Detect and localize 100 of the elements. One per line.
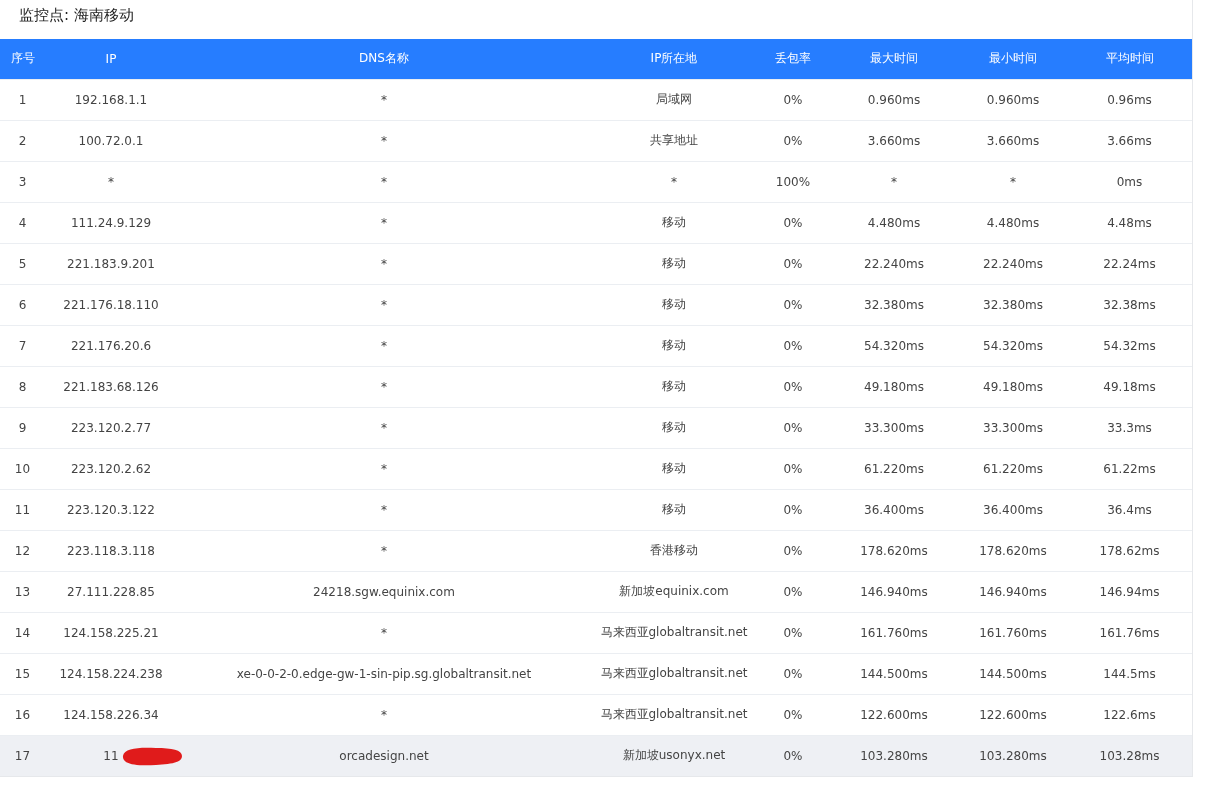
table-cell: 4.480ms xyxy=(986,215,1040,230)
table-cell: 100.72.0.1 xyxy=(78,133,144,148)
table-cell: * xyxy=(108,174,114,189)
table-cell: 共享地址 xyxy=(650,133,698,147)
table-cell: 0.96ms xyxy=(1107,92,1152,107)
column-header: 序号 xyxy=(0,39,45,79)
column-header: IP xyxy=(45,39,177,79)
table-cell: 33.300ms xyxy=(864,420,924,435)
table-cell: * xyxy=(381,338,387,353)
table-cell: 马来西亚globaltransit.net xyxy=(600,666,748,680)
table-cell: * xyxy=(381,379,387,394)
table-cell: 223.120.2.77 xyxy=(70,420,152,435)
table-cell: 3.66ms xyxy=(1107,133,1152,148)
table-row[interactable]: 13 27.111.228.85 24218.sgw.equinix.com 新加坡equinix.com 0% 146.940ms 146.940ms 146.94ms xyxy=(0,571,1192,612)
table-cell: * xyxy=(381,133,387,148)
table-cell: 4.480ms xyxy=(867,215,921,230)
table-cell: 223.120.3.122 xyxy=(67,502,155,517)
table-cell: 1 xyxy=(18,92,27,107)
table-cell: 局域网 xyxy=(656,92,692,106)
table-cell: 0% xyxy=(783,461,803,476)
table-cell: 香港移动 xyxy=(650,543,698,557)
table-row[interactable]: 2 100.72.0.1 * 共享地址 0% 3.660ms 3.660ms 3.66ms xyxy=(0,120,1192,161)
table-row[interactable]: 6 221.176.18.110 * 移动 0% 32.380ms 32.380ms 32.38ms xyxy=(0,284,1192,325)
table-cell: 移动 xyxy=(662,338,686,352)
table-cell: 221.176.20.6 xyxy=(70,338,152,353)
table-cell: 144.500ms xyxy=(979,666,1047,681)
table-cell: 33.300ms xyxy=(983,420,1043,435)
table-cell: 61.220ms xyxy=(864,461,924,476)
table-cell: 33.3ms xyxy=(1107,420,1152,435)
table-cell: 0% xyxy=(783,215,803,230)
table-cell: * xyxy=(381,256,387,271)
table-row[interactable]: 4 111.24.9.129 * 移动 0% 4.480ms 4.480ms 4.48ms xyxy=(0,202,1192,243)
table-cell: 161.76ms xyxy=(1099,625,1160,640)
table-cell: 马来西亚globaltransit.net xyxy=(600,625,748,639)
table-cell: 54.32ms xyxy=(1103,338,1156,353)
table-cell: 11 xyxy=(14,502,31,517)
table-cell: 24218.sgw.equinix.com xyxy=(313,584,455,599)
table-cell: 4 xyxy=(18,215,27,230)
table-cell: 221.183.9.201 xyxy=(67,256,155,271)
table-cell: 54.320ms xyxy=(983,338,1043,353)
table-cell: 0% xyxy=(783,379,803,394)
monitor-title: 监控点: 海南移动 xyxy=(18,5,135,26)
table-row[interactable]: 14 124.158.225.21 * 马来西亚globaltransit.net 0% 161.760ms 161.760ms 161.76ms xyxy=(0,612,1192,653)
table-cell: 移动 xyxy=(662,420,686,434)
table-cell: 36.400ms xyxy=(864,502,924,517)
table-row[interactable]: 11 223.120.3.122 * 移动 0% 36.400ms 36.400ms 36.4ms xyxy=(0,489,1192,530)
column-header: 丢包率 xyxy=(757,39,829,79)
table-cell: 178.620ms xyxy=(860,543,928,558)
table-cell: 4.48ms xyxy=(1107,215,1152,230)
table-cell: * xyxy=(381,92,387,107)
table-cell: 100% xyxy=(775,174,811,189)
table-cell: 0% xyxy=(783,133,803,148)
table-cell: 221.176.18.110 xyxy=(63,297,159,312)
table-cell: 0% xyxy=(783,748,803,763)
table-cell: 49.18ms xyxy=(1103,379,1156,394)
table-row[interactable]: 10 223.120.2.62 * 移动 0% 61.220ms 61.220ms 61.22ms xyxy=(0,448,1192,489)
table-cell: 161.760ms xyxy=(979,625,1047,640)
table-cell: 0% xyxy=(783,666,803,681)
table-cell: 0% xyxy=(783,420,803,435)
table-cell: 223.118.3.118 xyxy=(67,543,155,558)
table-cell: 178.62ms xyxy=(1099,543,1160,558)
table-row[interactable]: 15 124.158.224.238 xe-0-0-2-0.edge-gw-1-sin-pip.sg.globaltransit.net 马来西亚globaltransit.net 0% 144.500ms 144.500ms 144.5ms xyxy=(0,653,1192,694)
table-row[interactable]: 1 192.168.1.1 * 局域网 0% 0.960ms 0.960ms 0.96ms xyxy=(0,79,1192,120)
table-cell: 103.280ms xyxy=(979,748,1047,763)
table-cell: * xyxy=(381,502,387,517)
table-cell: 0% xyxy=(783,625,803,640)
table-cell: 146.94ms xyxy=(1099,584,1160,599)
column-header: DNS名称 xyxy=(177,39,591,79)
table-cell: 122.600ms xyxy=(860,707,928,722)
table-cell: 10 xyxy=(14,461,31,476)
table-cell: 移动 xyxy=(662,502,686,516)
table-cell: 0% xyxy=(783,338,803,353)
table-row[interactable]: 17 11 orcadesign.net 新加坡usonyx.net 0% 103.280ms 103.280ms 103.28ms xyxy=(0,735,1192,776)
table-cell: * xyxy=(381,174,387,189)
table-cell: 0ms xyxy=(1116,174,1143,189)
table-cell: 124.158.225.21 xyxy=(63,625,159,640)
table-row[interactable]: 8 221.183.68.126 * 移动 0% 49.180ms 49.180ms 49.18ms xyxy=(0,366,1192,407)
table-cell: * xyxy=(671,174,677,189)
table-cell: 0% xyxy=(783,543,803,558)
table-cell: 0% xyxy=(783,707,803,722)
table-cell: 0.960ms xyxy=(986,92,1040,107)
table-cell: * xyxy=(381,625,387,640)
table-cell: 0% xyxy=(783,502,803,517)
table-cell: 2 xyxy=(18,133,27,148)
table-row[interactable]: 3 * * * 100% * * 0ms xyxy=(0,161,1192,202)
table-row[interactable]: 9 223.120.2.77 * 移动 0% 33.300ms 33.300ms 33.3ms xyxy=(0,407,1192,448)
table-cell: 146.940ms xyxy=(979,584,1047,599)
table-cell: 16 xyxy=(14,707,31,722)
table-cell: 146.940ms xyxy=(860,584,928,599)
table-cell: 103.280ms xyxy=(860,748,928,763)
table-cell: 32.380ms xyxy=(864,297,924,312)
table-cell: * xyxy=(381,420,387,435)
table-row[interactable]: 12 223.118.3.118 * 香港移动 0% 178.620ms 178.620ms 178.62ms xyxy=(0,530,1192,571)
table-row[interactable]: 5 221.183.9.201 * 移动 0% 22.240ms 22.240ms 22.24ms xyxy=(0,243,1192,284)
table-cell: 移动 xyxy=(662,215,686,229)
table-cell: 0% xyxy=(783,297,803,312)
table-cell: 17 xyxy=(14,748,31,763)
table-cell: orcadesign.net xyxy=(339,748,429,763)
table-row[interactable]: 7 221.176.20.6 * 移动 0% 54.320ms 54.320ms 54.32ms xyxy=(0,325,1192,366)
table-cell: 移动 xyxy=(662,297,686,311)
